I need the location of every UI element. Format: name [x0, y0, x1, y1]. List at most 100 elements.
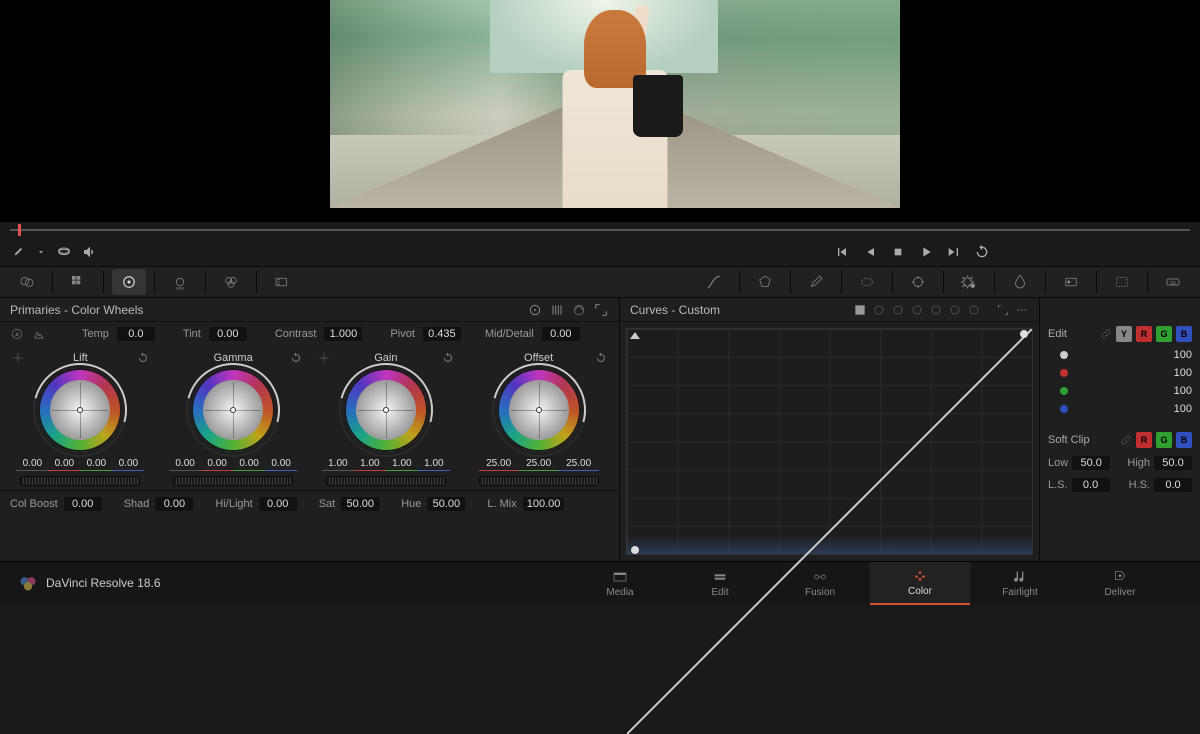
mid-detail-value[interactable]: 0.00	[542, 327, 580, 341]
curves-tool[interactable]	[697, 269, 731, 295]
shad-value[interactable]: 0.00	[155, 497, 193, 511]
blur-tool[interactable]	[1003, 269, 1037, 295]
softclip-link-icon[interactable]	[1120, 434, 1132, 446]
gamma-val-r[interactable]: 0.00	[201, 458, 233, 471]
offset-val-g[interactable]: 25.00	[519, 458, 559, 471]
intensity-val-g[interactable]: 100	[1174, 385, 1192, 397]
lift-color-wheel[interactable]	[38, 368, 122, 452]
curve-point-white[interactable]	[1020, 330, 1028, 338]
stereo-3d-tool[interactable]: 3D	[1156, 269, 1190, 295]
gamma-val-b[interactable]: 0.00	[265, 458, 297, 471]
gamma-reset-icon[interactable]	[290, 352, 302, 364]
lift-reset-icon[interactable]	[137, 352, 149, 364]
offset-val-b[interactable]: 25.00	[559, 458, 599, 471]
timeline[interactable]	[0, 222, 1200, 238]
curve-mode-5-icon[interactable]	[929, 303, 943, 317]
motion-effects-tool[interactable]	[265, 269, 299, 295]
gain-val-g[interactable]: 1.00	[386, 458, 418, 471]
volume-icon[interactable]	[82, 244, 98, 260]
magic-mask-tool[interactable]	[952, 269, 986, 295]
curve-custom-icon[interactable]	[853, 303, 867, 317]
window-tool[interactable]	[850, 269, 884, 295]
tint-value[interactable]: 0.00	[209, 327, 247, 341]
sat-value[interactable]: 50.00	[341, 497, 379, 511]
curves-expand-icon[interactable]	[996, 303, 1010, 317]
edit-channel-y[interactable]: Y	[1116, 326, 1132, 342]
lift-val-b[interactable]: 0.00	[112, 458, 144, 471]
offset-reset-icon[interactable]	[595, 352, 607, 364]
hi-light-value[interactable]: 0.00	[259, 497, 297, 511]
curve-point-black[interactable]	[631, 546, 639, 554]
col-boost-value[interactable]: 0.00	[64, 497, 102, 511]
gain-val-b[interactable]: 1.00	[418, 458, 450, 471]
tracker-tool[interactable]	[901, 269, 935, 295]
curve-mode-7-icon[interactable]	[967, 303, 981, 317]
skip-start-icon[interactable]	[834, 244, 850, 260]
gain-val-y[interactable]: 1.00	[322, 458, 354, 471]
log-mode-icon[interactable]	[571, 302, 587, 318]
gamma-val-g[interactable]: 0.00	[233, 458, 265, 471]
high-value[interactable]: 50.0	[1154, 456, 1192, 470]
intensity-val-b[interactable]: 100	[1174, 403, 1192, 415]
low-value[interactable]: 50.0	[1072, 456, 1110, 470]
gain-color-wheel[interactable]	[344, 368, 428, 452]
play-reverse-icon[interactable]	[862, 244, 878, 260]
lift-jog[interactable]	[20, 476, 140, 486]
nav-deliver[interactable]: Deliver	[1070, 562, 1170, 605]
intensity-val-r[interactable]: 100	[1174, 367, 1192, 379]
edit-channel-g[interactable]: G	[1156, 326, 1172, 342]
color-picker-icon[interactable]	[10, 244, 26, 260]
gain-val-r[interactable]: 1.00	[354, 458, 386, 471]
skip-end-icon[interactable]	[946, 244, 962, 260]
lift-val-g[interactable]: 0.00	[80, 458, 112, 471]
softclip-channel-b[interactable]: B	[1176, 432, 1192, 448]
key-tool[interactable]	[1054, 269, 1088, 295]
hs-value[interactable]: 0.0	[1154, 478, 1192, 492]
hdr-tool[interactable]: HDR	[163, 269, 197, 295]
color-match-tool[interactable]	[61, 269, 95, 295]
camera-raw-tool[interactable]	[10, 269, 44, 295]
auto-balance-icon[interactable]: A	[10, 327, 24, 341]
loop-icon[interactable]	[974, 244, 990, 260]
expand-icon[interactable]	[593, 302, 609, 318]
contrast-value[interactable]: 1.000	[324, 327, 362, 341]
sizing-tool[interactable]	[1105, 269, 1139, 295]
gain-picker-icon[interactable]	[318, 352, 330, 364]
play-icon[interactable]	[918, 244, 934, 260]
curves-graph[interactable]	[626, 328, 1033, 555]
intensity-val-w[interactable]: 100	[1174, 349, 1192, 361]
curves-options-icon[interactable]	[1015, 303, 1029, 317]
curve-white-point-handle[interactable]	[630, 332, 640, 339]
pick-white-icon[interactable]	[32, 327, 46, 341]
curve-mode-6-icon[interactable]	[948, 303, 962, 317]
lift-val-r[interactable]: 0.00	[48, 458, 80, 471]
l-mix-value[interactable]: 100.00	[523, 497, 565, 511]
ls-value[interactable]: 0.0	[1072, 478, 1110, 492]
offset-val-r[interactable]: 25.00	[479, 458, 519, 471]
qualifier-tool[interactable]	[799, 269, 833, 295]
bars-mode-icon[interactable]	[549, 302, 565, 318]
softclip-channel-r[interactable]: R	[1136, 432, 1152, 448]
gamma-jog[interactable]	[173, 476, 293, 486]
lift-val-y[interactable]: 0.00	[16, 458, 48, 471]
curve-mode-3-icon[interactable]	[891, 303, 905, 317]
disc-icon[interactable]	[56, 244, 72, 260]
rgb-mixer-tool[interactable]	[214, 269, 248, 295]
stop-icon[interactable]	[890, 244, 906, 260]
pivot-value[interactable]: 0.435	[423, 327, 461, 341]
temp-value[interactable]: 0.0	[117, 327, 155, 341]
curve-mode-2-icon[interactable]	[872, 303, 886, 317]
wheels-mode-icon[interactable]	[527, 302, 543, 318]
gamma-val-y[interactable]: 0.00	[169, 458, 201, 471]
lift-picker-icon[interactable]	[12, 352, 24, 364]
chevron-down-icon[interactable]	[36, 247, 46, 257]
offset-color-wheel[interactable]	[497, 368, 581, 452]
curve-mode-4-icon[interactable]	[910, 303, 924, 317]
gain-jog[interactable]	[326, 476, 446, 486]
softclip-channel-g[interactable]: G	[1156, 432, 1172, 448]
offset-jog[interactable]	[479, 476, 599, 486]
color-warper-tool[interactable]	[748, 269, 782, 295]
playhead[interactable]	[18, 224, 21, 236]
edit-link-icon[interactable]	[1100, 328, 1112, 340]
edit-channel-b[interactable]: B	[1176, 326, 1192, 342]
